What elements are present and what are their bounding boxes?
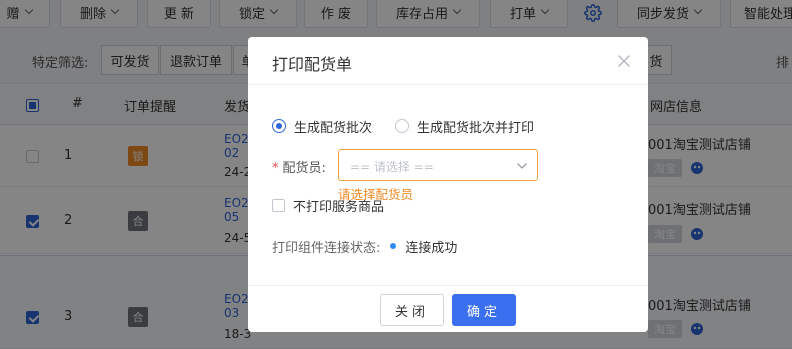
dialog-title: 打印配货单 <box>272 55 353 74</box>
connection-status: 打印组件连接状态: 连接成功 <box>272 237 458 256</box>
dialog-footer-divider <box>248 285 648 286</box>
radio-generate-and-print[interactable]: 生成配货批次并打印 <box>395 117 535 136</box>
radio-generate-batch-dot[interactable] <box>272 119 286 133</box>
skip-service-items-label: 不打印服务商品 <box>293 199 385 215</box>
close-button[interactable]: 关闭 <box>380 294 444 326</box>
dialog-header: 打印配货单 <box>248 37 648 85</box>
picker-select[interactable]: == 请选择 == <box>338 149 538 181</box>
close-button-label: 关闭 <box>394 304 429 320</box>
status-dot-icon <box>390 243 397 249</box>
picker-label-text: 配货员: <box>282 161 326 176</box>
skip-service-items-option[interactable]: 不打印服务商品 <box>272 197 385 215</box>
picker-placeholder: == 请选择 == <box>350 160 434 174</box>
connection-status-label: 打印组件连接状态: <box>272 240 381 256</box>
chevron-down-icon <box>517 163 527 169</box>
radio-generate-and-print-dot[interactable] <box>395 119 409 133</box>
confirm-button-label: 确定 <box>466 304 501 320</box>
radio-generate-batch-label: 生成配货批次 <box>294 120 373 136</box>
radio-generate-batch[interactable]: 生成配货批次 <box>272 117 373 136</box>
confirm-button[interactable]: 确定 <box>452 294 516 326</box>
picker-field-label: * 配货员: <box>272 157 326 176</box>
skip-service-items-checkbox[interactable] <box>272 198 285 212</box>
radio-generate-and-print-label: 生成配货批次并打印 <box>417 120 535 136</box>
print-picking-dialog: 打印配货单 生成配货批次 生成配货批次并打印 * 配货员: == 请选择 == 请… <box>248 37 648 332</box>
required-mark: * <box>272 161 279 176</box>
close-icon[interactable] <box>614 51 634 71</box>
connection-status-value: 连接成功 <box>405 240 458 256</box>
